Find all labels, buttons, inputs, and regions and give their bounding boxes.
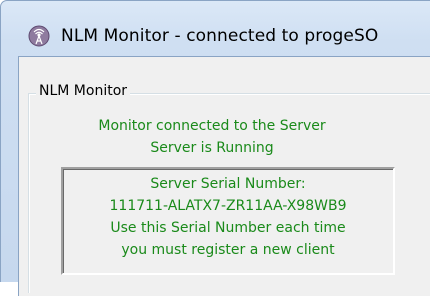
antenna-tower-icon[interactable] [28,25,50,47]
serial-number-label: Server Serial Number: [150,176,306,192]
window-title: NLM Monitor - connected to progeSO [61,26,379,46]
serial-note-line2: you must register a new client [121,242,335,258]
title-bar[interactable]: NLM Monitor - connected to progeSO [1,1,430,47]
connection-status-text: Monitor connected to the Server [98,118,326,134]
server-status-text: Server is Running [150,140,274,156]
group-legend: NLM Monitor [36,83,131,99]
serial-note-line1: Use this Serial Number each time [110,220,346,236]
serial-number-value[interactable]: 111711-ALATX7-ZR11AA-X98WB9 [61,198,395,214]
